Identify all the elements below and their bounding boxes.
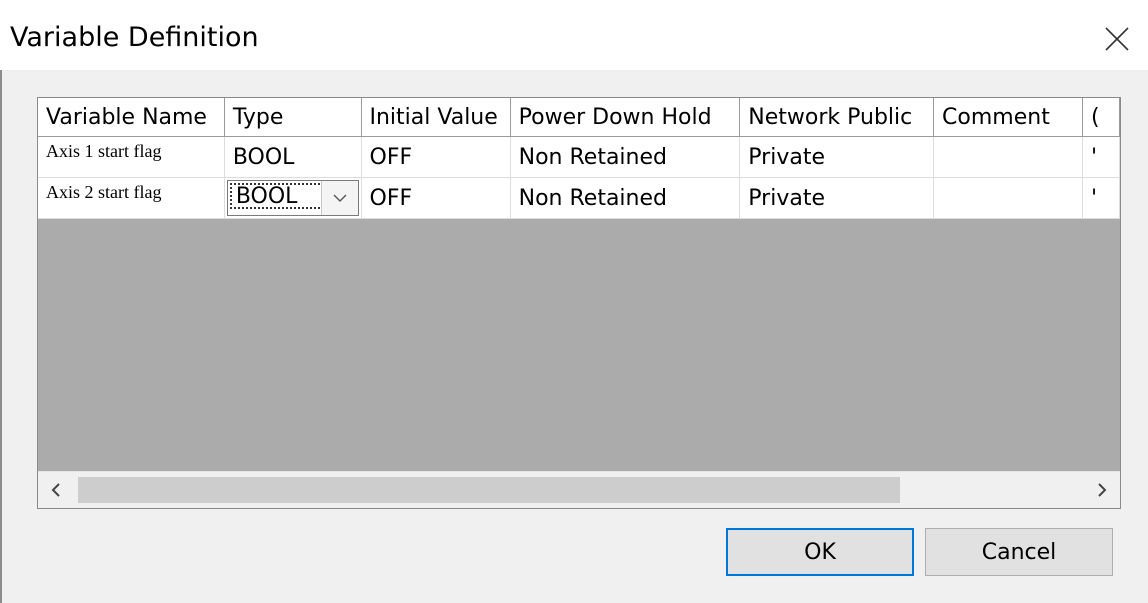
cell-power-down-hold[interactable]: Non Retained (510, 136, 741, 178)
column-header-network-public[interactable]: Network Public (739, 98, 935, 137)
cell-type[interactable]: BOOL (224, 136, 362, 178)
scroll-right-button[interactable] (1084, 472, 1120, 508)
cell-truncated[interactable]: ' (1082, 136, 1120, 178)
column-header-truncated[interactable]: ( (1082, 98, 1120, 137)
column-header-initial-value[interactable]: Initial Value (361, 98, 511, 137)
column-header-power-down-hold[interactable]: Power Down Hold (510, 98, 741, 137)
close-icon (1105, 27, 1129, 51)
scroll-left-button[interactable] (38, 472, 74, 508)
variable-table: Variable Name Type Initial Value Power D… (38, 98, 1120, 219)
cancel-button[interactable]: Cancel (925, 528, 1113, 576)
cell-network-public[interactable]: Private (739, 136, 935, 178)
table-row[interactable]: Axis 1 start flag BOOL OFF Non Retained … (38, 136, 1120, 178)
cell-variable-name[interactable]: Axis 1 start flag (38, 136, 225, 178)
chevron-left-icon (51, 483, 60, 497)
chevron-down-icon (333, 194, 346, 202)
table-row[interactable]: Axis 2 start flag BOOL OFF Non Retained … (38, 177, 1120, 219)
horizontal-scrollbar[interactable] (38, 471, 1120, 508)
column-header-comment[interactable]: Comment (933, 98, 1083, 137)
cell-initial-value[interactable]: OFF (361, 177, 511, 219)
cell-power-down-hold[interactable]: Non Retained (510, 177, 741, 219)
cell-variable-name[interactable]: Axis 2 start flag (38, 177, 225, 219)
column-header-variable-name[interactable]: Variable Name (38, 98, 225, 137)
cell-comment[interactable] (933, 136, 1083, 178)
ok-button[interactable]: OK (726, 528, 914, 576)
title-bar: Variable Definition (0, 0, 1148, 70)
header-row: Variable Name Type Initial Value Power D… (38, 98, 1120, 137)
type-select[interactable]: BOOL (226, 180, 359, 216)
cell-type-editor: BOOL (224, 177, 362, 219)
variable-grid[interactable]: Variable Name Type Initial Value Power D… (37, 97, 1121, 509)
column-header-type[interactable]: Type (224, 98, 362, 137)
close-button[interactable] (1102, 24, 1132, 54)
scrollbar-thumb[interactable] (78, 477, 900, 503)
window-left-border (0, 0, 2, 603)
type-dropdown-button[interactable] (320, 181, 358, 215)
cell-network-public[interactable]: Private (739, 177, 935, 219)
dialog-title: Variable Definition (10, 22, 259, 53)
cell-comment[interactable] (933, 177, 1083, 219)
chevron-right-icon (1098, 483, 1107, 497)
cell-initial-value[interactable]: OFF (361, 136, 511, 178)
cell-truncated[interactable]: ' (1082, 177, 1120, 219)
